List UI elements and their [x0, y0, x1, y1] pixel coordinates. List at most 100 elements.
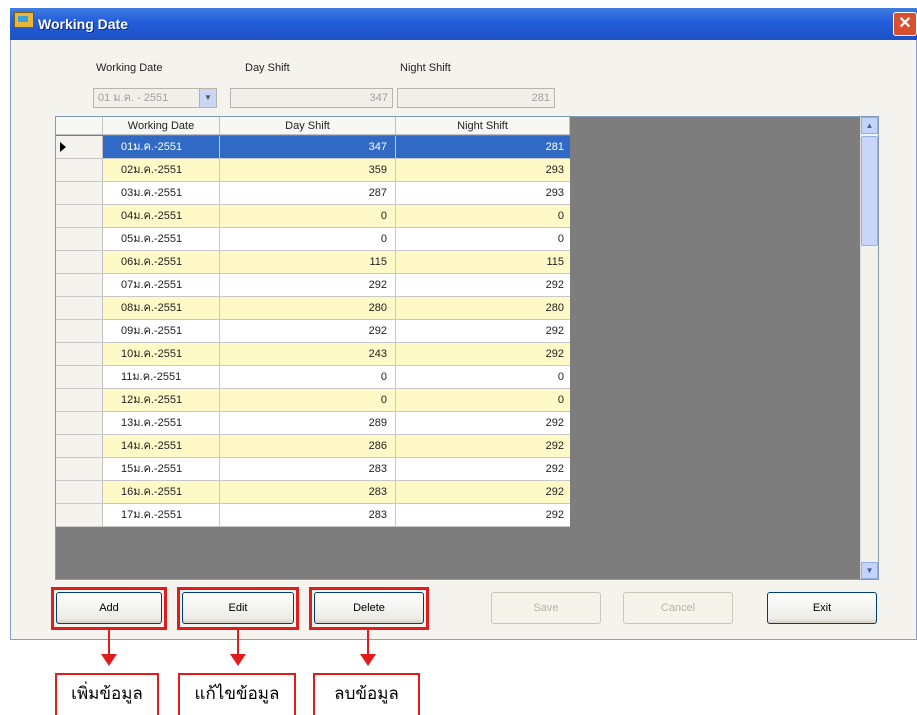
cell-working-date[interactable]: 09ม.ค.-2551 [103, 320, 220, 342]
table-row[interactable]: 05ม.ค.-2551 0 0 [56, 228, 570, 251]
row-header[interactable] [56, 389, 103, 411]
row-header[interactable] [56, 136, 103, 158]
cell-day-shift[interactable]: 287 [220, 182, 396, 204]
cell-night-shift[interactable]: 293 [396, 182, 570, 204]
cell-working-date[interactable]: 05ม.ค.-2551 [103, 228, 220, 250]
exit-button[interactable]: Exit [767, 592, 877, 624]
cell-night-shift[interactable]: 292 [396, 412, 570, 434]
cell-working-date[interactable]: 07ม.ค.-2551 [103, 274, 220, 296]
table-row[interactable]: 16ม.ค.-2551 283 292 [56, 481, 570, 504]
row-header[interactable] [56, 412, 103, 434]
row-header[interactable] [56, 320, 103, 342]
cell-day-shift[interactable]: 359 [220, 159, 396, 181]
column-header-day-shift[interactable]: Day Shift [220, 117, 396, 135]
table-row[interactable]: 10ม.ค.-2551 243 292 [56, 343, 570, 366]
column-header-night-shift[interactable]: Night Shift [396, 117, 570, 135]
cell-day-shift[interactable]: 292 [220, 320, 396, 342]
scroll-down-button[interactable]: ▼ [861, 562, 878, 579]
cell-night-shift[interactable]: 0 [396, 389, 570, 411]
cell-day-shift[interactable]: 283 [220, 504, 396, 526]
table-row[interactable]: 07ม.ค.-2551 292 292 [56, 274, 570, 297]
cell-working-date[interactable]: 08ม.ค.-2551 [103, 297, 220, 319]
cell-working-date[interactable]: 06ม.ค.-2551 [103, 251, 220, 273]
cell-working-date[interactable]: 14ม.ค.-2551 [103, 435, 220, 457]
cancel-button[interactable]: Cancel [623, 592, 733, 624]
cell-night-shift[interactable]: 292 [396, 435, 570, 457]
cell-day-shift[interactable]: 283 [220, 481, 396, 503]
table-row[interactable]: 11ม.ค.-2551 0 0 [56, 366, 570, 389]
row-header[interactable] [56, 274, 103, 296]
table-row[interactable]: 01ม.ค.-2551 347 281 [56, 136, 570, 159]
cell-night-shift[interactable]: 292 [396, 274, 570, 296]
table-row[interactable]: 04ม.ค.-2551 0 0 [56, 205, 570, 228]
cell-night-shift[interactable]: 292 [396, 481, 570, 503]
row-header[interactable] [56, 297, 103, 319]
save-button[interactable]: Save [491, 592, 601, 624]
vertical-scrollbar[interactable]: ▲ ▼ [860, 117, 878, 579]
cell-night-shift[interactable]: 0 [396, 205, 570, 227]
scroll-thumb[interactable] [861, 136, 878, 246]
cell-working-date[interactable]: 04ม.ค.-2551 [103, 205, 220, 227]
close-button[interactable]: ✕ [893, 12, 917, 36]
row-header[interactable] [56, 251, 103, 273]
cell-day-shift[interactable]: 289 [220, 412, 396, 434]
cell-day-shift[interactable]: 286 [220, 435, 396, 457]
cell-working-date[interactable]: 03ม.ค.-2551 [103, 182, 220, 204]
scroll-up-button[interactable]: ▲ [861, 117, 878, 134]
cell-working-date[interactable]: 10ม.ค.-2551 [103, 343, 220, 365]
chevron-down-icon[interactable]: ▼ [199, 89, 216, 107]
cell-working-date[interactable]: 11ม.ค.-2551 [103, 366, 220, 388]
cell-night-shift[interactable]: 281 [396, 136, 570, 158]
cell-working-date[interactable]: 17ม.ค.-2551 [103, 504, 220, 526]
cell-day-shift[interactable]: 0 [220, 205, 396, 227]
row-header[interactable] [56, 205, 103, 227]
table-row[interactable]: 08ม.ค.-2551 280 280 [56, 297, 570, 320]
row-header[interactable] [56, 481, 103, 503]
table-row[interactable]: 17ม.ค.-2551 283 292 [56, 504, 570, 527]
cell-night-shift[interactable]: 115 [396, 251, 570, 273]
row-header[interactable] [56, 343, 103, 365]
cell-day-shift[interactable]: 0 [220, 366, 396, 388]
row-header[interactable] [56, 504, 103, 526]
cell-night-shift[interactable]: 0 [396, 366, 570, 388]
cell-working-date[interactable]: 13ม.ค.-2551 [103, 412, 220, 434]
table-row[interactable]: 03ม.ค.-2551 287 293 [56, 182, 570, 205]
row-header[interactable] [56, 435, 103, 457]
cell-night-shift[interactable]: 292 [396, 458, 570, 480]
cell-working-date[interactable]: 16ม.ค.-2551 [103, 481, 220, 503]
cell-night-shift[interactable]: 280 [396, 297, 570, 319]
table-row[interactable]: 02ม.ค.-2551 359 293 [56, 159, 570, 182]
row-header[interactable] [56, 159, 103, 181]
cell-day-shift[interactable]: 243 [220, 343, 396, 365]
table-row[interactable]: 06ม.ค.-2551 115 115 [56, 251, 570, 274]
cell-working-date[interactable]: 02ม.ค.-2551 [103, 159, 220, 181]
row-header[interactable] [56, 458, 103, 480]
cell-day-shift[interactable]: 347 [220, 136, 396, 158]
cell-day-shift[interactable]: 283 [220, 458, 396, 480]
table-row[interactable]: 14ม.ค.-2551 286 292 [56, 435, 570, 458]
cell-night-shift[interactable]: 292 [396, 504, 570, 526]
cell-day-shift[interactable]: 115 [220, 251, 396, 273]
column-header-working-date[interactable]: Working Date [103, 117, 220, 135]
row-header[interactable] [56, 228, 103, 250]
row-header[interactable] [56, 366, 103, 388]
cell-day-shift[interactable]: 0 [220, 228, 396, 250]
cell-night-shift[interactable]: 292 [396, 320, 570, 342]
title-bar[interactable] [10, 8, 917, 40]
cell-night-shift[interactable]: 292 [396, 343, 570, 365]
table-row[interactable]: 13ม.ค.-2551 289 292 [56, 412, 570, 435]
cell-night-shift[interactable]: 0 [396, 228, 570, 250]
cell-working-date[interactable]: 01ม.ค.-2551 [103, 136, 220, 158]
cell-day-shift[interactable]: 0 [220, 389, 396, 411]
cell-day-shift[interactable]: 280 [220, 297, 396, 319]
cell-working-date[interactable]: 12ม.ค.-2551 [103, 389, 220, 411]
cell-night-shift[interactable]: 293 [396, 159, 570, 181]
table-row[interactable]: 15ม.ค.-2551 283 292 [56, 458, 570, 481]
cell-day-shift[interactable]: 292 [220, 274, 396, 296]
row-header[interactable] [56, 182, 103, 204]
cell-working-date[interactable]: 15ม.ค.-2551 [103, 458, 220, 480]
table-row[interactable]: 12ม.ค.-2551 0 0 [56, 389, 570, 412]
day-shift-field[interactable]: 347 [230, 88, 393, 108]
table-row[interactable]: 09ม.ค.-2551 292 292 [56, 320, 570, 343]
night-shift-field[interactable]: 281 [397, 88, 555, 108]
